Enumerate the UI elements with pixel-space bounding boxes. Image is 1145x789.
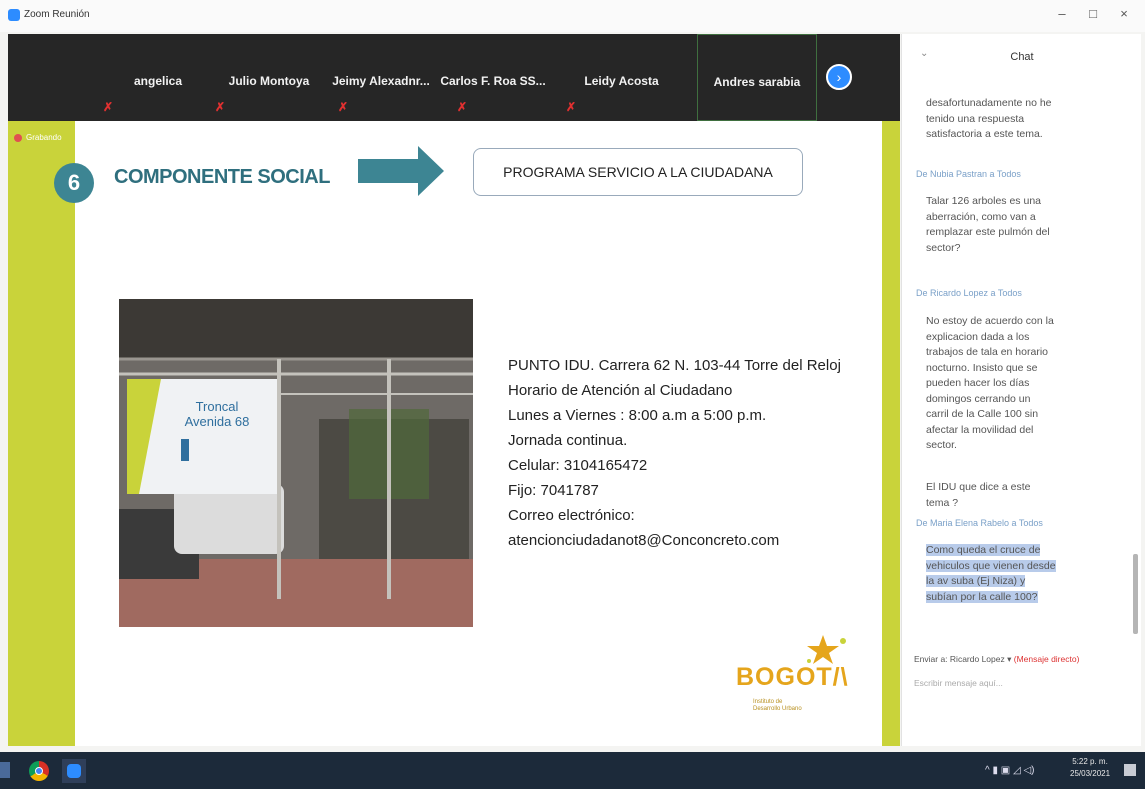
chat-sender: De Maria Elena Rabelo a Todos xyxy=(916,518,1043,528)
muted-mic-icon: ✗ xyxy=(566,100,577,114)
recipient-dropdown[interactable]: Ricardo Lopez ▾ xyxy=(950,654,1011,664)
participant-strip: angelica ✗ Julio Montoya ✗ Jeimy Alexadn… xyxy=(8,34,900,121)
chat-message: Talar 126 arboles es una aberración, com… xyxy=(926,195,1050,254)
slide-right-bar xyxy=(882,121,900,746)
photo-sign-line2: Avenida 68 xyxy=(185,414,250,429)
info-address: PUNTO IDU. Carrera 62 N. 103-44 Torre de… xyxy=(508,357,841,374)
logo-subtitle-line2: Desarrollo Urbano xyxy=(753,706,802,712)
participant-tile[interactable]: Jeimy Alexadnr... ✗ xyxy=(325,34,437,121)
section-number: 6 xyxy=(54,163,94,203)
info-hours: Lunes a Viernes : 8:00 a.m a 5:00 p.m. xyxy=(508,407,767,424)
shared-slide: Grabando 6 COMPONENTE SOCIAL PROGRAMA SE… xyxy=(8,121,900,746)
recording-indicator: Grabando xyxy=(14,133,62,142)
logo-subtitle-line1: Instituto de xyxy=(753,699,783,705)
program-box: PROGRAMA SERVICIO A LA CIUDADANA xyxy=(473,148,803,196)
system-tray[interactable]: ^ ▮ ▣ ◿ ◁) xyxy=(985,765,1034,776)
screen: Zoom Reunión – □ × angelica ✗ Julio Mont… xyxy=(0,0,1145,789)
minimize-button[interactable]: – xyxy=(1052,6,1072,21)
close-button[interactable]: × xyxy=(1114,6,1134,21)
start-icon[interactable] xyxy=(0,762,10,778)
recording-label: Grabando xyxy=(26,133,62,142)
logo-word: BOGOT/\ xyxy=(736,663,849,691)
info-schedule: Jornada continua. xyxy=(508,432,628,449)
send-to-row: Enviar a: Ricardo Lopez ▾ (Mensaje direc… xyxy=(914,654,1079,665)
logo-subtitle: Instituto de Desarrollo Urbano xyxy=(753,699,802,713)
info-phone: Fijo: 7041787 xyxy=(508,482,599,499)
participant-name: Leidy Acosta xyxy=(584,74,659,88)
participant-name: Julio Montoya xyxy=(228,74,310,88)
muted-mic-icon: ✗ xyxy=(215,100,226,114)
chrome-icon[interactable] xyxy=(29,761,49,781)
chat-sender: De Ricardo Lopez a Todos xyxy=(916,288,1022,298)
chat-message-selected: Como queda el cruce de vehiculos que vie… xyxy=(926,543,1056,605)
clock-date: 25/03/2021 xyxy=(1070,769,1111,778)
window-titlebar: Zoom Reunión – □ × xyxy=(0,0,1145,32)
participant-tile-active[interactable]: Andres sarabia xyxy=(697,34,817,121)
selected-text[interactable]: Como queda el cruce de vehiculos que vie… xyxy=(926,544,1056,603)
participant-tile[interactable]: Leidy Acosta ✗ xyxy=(549,34,694,121)
chat-scrollbar[interactable] xyxy=(1133,554,1138,634)
service-point-photo: Troncal Avenida 68 xyxy=(119,299,473,627)
zoom-taskbar-icon[interactable] xyxy=(62,759,86,783)
chat-message: El IDU que dice a este tema ? xyxy=(926,481,1031,509)
clock[interactable]: 5:22 p. m. 25/03/2021 xyxy=(1070,756,1110,780)
recording-icon xyxy=(14,133,22,142)
chat-message: No estoy de acuerdo con la explicacion d… xyxy=(926,315,1054,451)
slide-left-bar xyxy=(8,121,75,746)
muted-mic-icon: ✗ xyxy=(457,100,468,114)
send-to-label: Enviar a: xyxy=(914,654,948,664)
arrow-right-icon xyxy=(358,146,444,196)
participant-tile[interactable]: Julio Montoya ✗ xyxy=(213,34,325,121)
chat-message: desafortunadamente no he tenido una resp… xyxy=(926,97,1052,140)
slide-heading: COMPONENTE SOCIAL xyxy=(114,166,330,188)
muted-mic-icon: ✗ xyxy=(103,100,114,114)
info-mobile: Celular: 3104165472 xyxy=(508,457,648,474)
clock-time: 5:22 p. m. xyxy=(1072,757,1108,766)
chat-title: Chat xyxy=(1010,51,1034,63)
participant-name: Jeimy Alexadnr... xyxy=(332,74,430,88)
direct-message-label: (Mensaje directo) xyxy=(1013,654,1080,664)
muted-mic-icon: ✗ xyxy=(338,100,349,114)
participant-tile[interactable]: angelica ✗ xyxy=(103,34,213,121)
photo-sign-line1: Troncal xyxy=(196,399,239,414)
chat-input[interactable]: Escribir mensaje aquí... xyxy=(914,678,1003,688)
chat-sender: De Nubia Pastran a Todos xyxy=(916,169,1021,179)
info-email: atencionciudadanot8@Conconcreto.com xyxy=(508,532,780,549)
participant-tile[interactable]: Carlos F. Roa SS... ✗ xyxy=(437,34,549,121)
contact-info: PUNTO IDU. Carrera 62 N. 103-44 Torre de… xyxy=(508,353,841,553)
info-email-label: Correo electrónico: xyxy=(508,507,635,524)
taskbar: ^ ▮ ▣ ◿ ◁) 5:22 p. m. 25/03/2021 xyxy=(0,752,1145,789)
participant-name: Carlos F. Roa SS... xyxy=(440,74,546,88)
bogota-idu-logo: BOGOT/\ Instituto de Desarrollo Urbano xyxy=(733,631,853,721)
zoom-app-icon xyxy=(8,9,20,21)
next-participants-button[interactable]: › xyxy=(826,64,852,90)
info-hours-title: Horario de Atención al Ciudadano xyxy=(508,382,733,399)
notification-icon[interactable] xyxy=(1124,764,1136,776)
participant-name: angelica xyxy=(133,74,183,88)
participant-name: Andres sarabia xyxy=(713,75,801,89)
window-title: Zoom Reunión xyxy=(24,9,90,20)
maximize-button[interactable]: □ xyxy=(1083,6,1103,21)
chat-panel: ⌄ Chat desafortunadamente no he tenido u… xyxy=(901,34,1141,746)
